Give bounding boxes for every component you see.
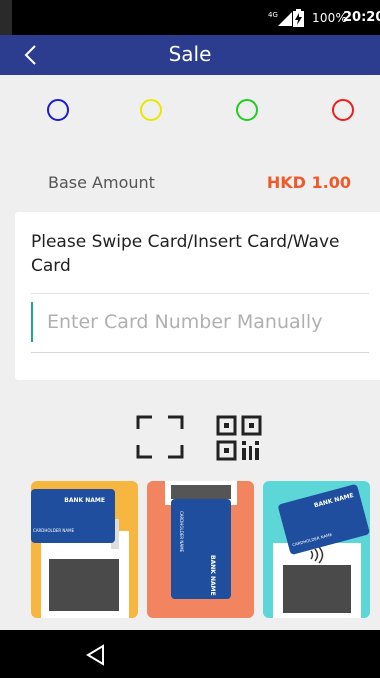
tap-card-tile[interactable]: BANK NAME CARDHOLDER NAME	[263, 481, 370, 618]
nav-back-icon[interactable]	[85, 644, 107, 666]
svg-text:CARDHOLDER NAME: CARDHOLDER NAME	[33, 528, 75, 533]
card-number-input[interactable]	[31, 302, 369, 342]
base-amount-value: HKD 1.00	[266, 173, 351, 192]
bank-card: BANK NAME CARDHOLDER NAME	[31, 489, 115, 543]
insert-card-tile[interactable]: BANK NAME CARDHOLDER NAME	[147, 481, 254, 618]
network-type: 4G	[268, 11, 278, 19]
indicator-light-green	[236, 99, 258, 121]
clock: 20:20	[343, 10, 380, 25]
indicator-light-yellow	[140, 99, 162, 121]
bank-card: BANK NAME CARDHOLDER NAME	[171, 499, 231, 599]
status-bar-edge	[0, 0, 12, 35]
indicator-light-blue	[47, 99, 69, 121]
scan-frame-icon[interactable]	[136, 415, 184, 459]
svg-text:BANK NAME: BANK NAME	[209, 555, 216, 596]
qr-code-icon[interactable]	[216, 415, 262, 461]
battery-charging-icon	[293, 9, 304, 27]
battery-percentage: 100%	[312, 11, 348, 25]
svg-text:CARDHOLDER NAME: CARDHOLDER NAME	[179, 511, 184, 553]
card-entry-panel: Please Swipe Card/Insert Card/Wave Card	[15, 212, 380, 380]
terminal-screen	[171, 485, 231, 499]
svg-text:BANK NAME: BANK NAME	[64, 497, 105, 504]
signal-icon: 4G	[268, 11, 292, 26]
swipe-card-tile[interactable]: BANK NAME CARDHOLDER NAME	[31, 481, 138, 618]
status-bar: 4G 100% 20:20	[0, 0, 380, 35]
divider	[31, 293, 369, 294]
app-bar: Sale	[0, 35, 380, 75]
input-underline	[31, 352, 369, 353]
indicator-light-red	[332, 99, 354, 121]
page-title: Sale	[168, 42, 212, 66]
terminal-screen	[283, 565, 351, 613]
card-entry-prompt: Please Swipe Card/Insert Card/Wave Card	[31, 232, 340, 276]
navigation-bar	[0, 630, 380, 678]
base-amount-label: Base Amount	[48, 173, 155, 192]
terminal-screen	[49, 559, 119, 611]
